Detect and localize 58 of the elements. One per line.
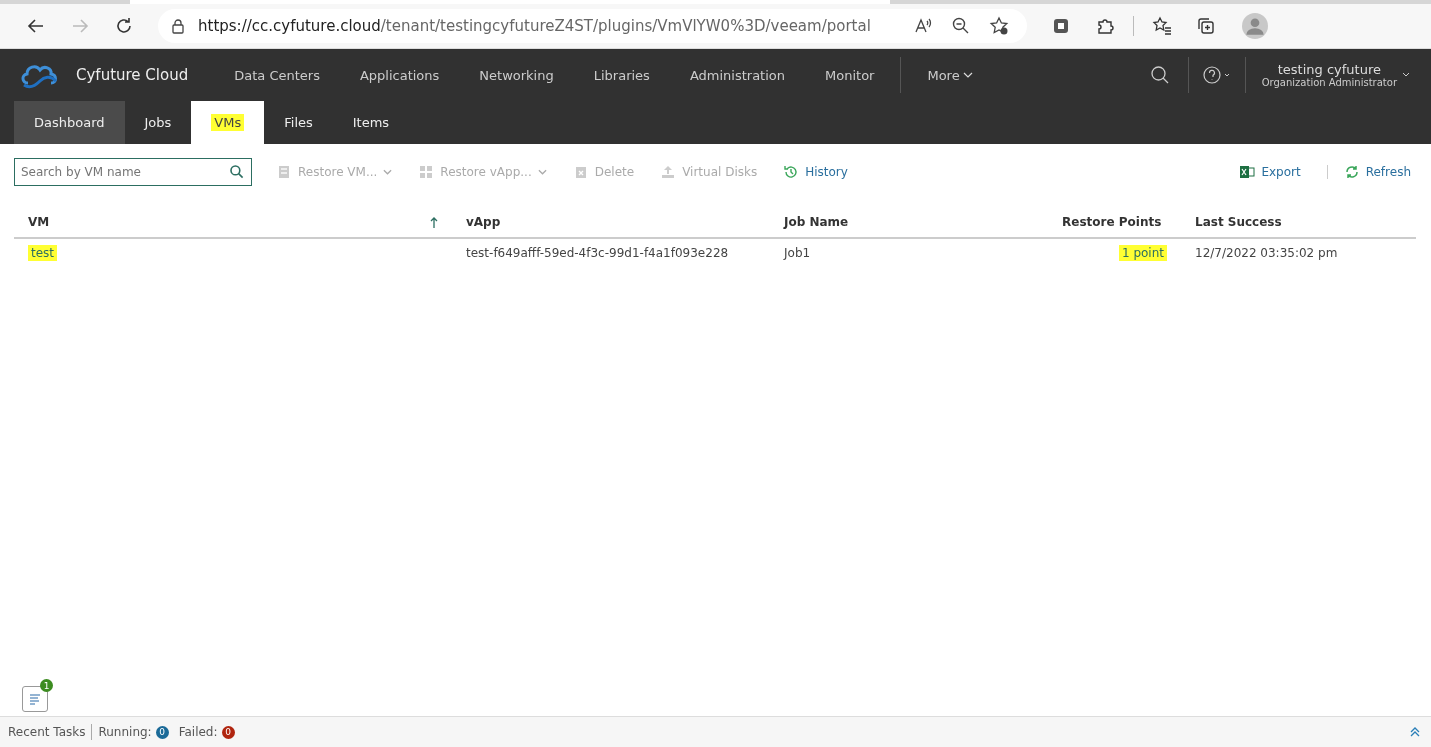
column-header[interactable]: VM xyxy=(28,215,50,229)
history-icon xyxy=(783,164,800,180)
column-header[interactable]: Restore Points xyxy=(1062,215,1162,229)
more-menu[interactable]: More xyxy=(927,67,973,83)
count-badge: 0 xyxy=(221,725,235,739)
tab[interactable]: VMs xyxy=(191,101,265,144)
refresh-icon xyxy=(1343,164,1360,180)
upload-icon xyxy=(660,164,677,180)
nav-link[interactable]: Monitor xyxy=(825,67,875,83)
favorite-add-icon[interactable] xyxy=(989,16,1009,36)
search-icon[interactable] xyxy=(229,164,245,180)
tab[interactable]: Files xyxy=(264,101,333,144)
help-icon[interactable] xyxy=(1202,65,1231,85)
nav-link[interactable]: Applications xyxy=(359,67,440,83)
tab[interactable]: Dashboard xyxy=(14,101,125,144)
running-label: Running: xyxy=(98,725,152,739)
toolbar-button[interactable]: Export xyxy=(1239,164,1301,180)
count-badge: 0 xyxy=(155,725,169,739)
chevron-down-icon xyxy=(962,72,973,78)
tab[interactable]: Jobs xyxy=(124,101,192,144)
puzzle-icon[interactable] xyxy=(1095,16,1115,36)
reload-icon[interactable] xyxy=(114,16,134,36)
server-icon xyxy=(276,164,292,180)
table-cell: test-f649afff-59ed-4f3c-99d1-f4a1f093e228 xyxy=(466,246,729,260)
spreadsheet-icon xyxy=(1239,164,1256,180)
lock-icon xyxy=(170,18,186,34)
list-icon xyxy=(28,692,42,706)
table-cell: Job1 xyxy=(784,246,811,260)
column-header[interactable]: Job Name xyxy=(784,215,849,229)
user-menu[interactable]: testing cyfuture Organization Administrator xyxy=(1261,62,1397,88)
tab[interactable]: Items xyxy=(332,101,410,144)
count-badge: 1 xyxy=(40,679,53,692)
expand-up-icon[interactable] xyxy=(1409,726,1421,738)
caret-icon[interactable] xyxy=(1401,72,1411,78)
grid-icon xyxy=(418,164,435,180)
nav-link[interactable]: Networking xyxy=(479,67,554,83)
collections-icon[interactable] xyxy=(1196,16,1216,36)
favorites-icon[interactable] xyxy=(1152,16,1172,36)
extension-icon[interactable] xyxy=(1051,16,1071,36)
nav-link[interactable]: Administration xyxy=(689,67,786,83)
url-text: https://cc.cyfuture.cloud/tenant/testingcyfutureZ4ST/plugins/VmVlYW0%3D/veeam/portal xyxy=(198,17,871,35)
restore-points-link[interactable]: 1 point xyxy=(1118,245,1167,261)
recent-tasks-label[interactable]: Recent Tasks xyxy=(8,725,86,739)
sort-ascending-icon[interactable] xyxy=(430,217,438,229)
vm-link[interactable]: test xyxy=(28,245,58,261)
profile-avatar[interactable] xyxy=(1242,13,1268,39)
address-bar[interactable]: https://cc.cyfuture.cloud/tenant/testingcyfutureZ4ST/plugins/VmVlYW0%3D/veeam/portal xyxy=(158,9,1027,43)
failed-label: Failed: xyxy=(178,725,218,739)
column-header[interactable]: vApp xyxy=(466,215,501,229)
nav-link[interactable]: Data Centers xyxy=(234,67,320,83)
column-header[interactable]: Last Success xyxy=(1195,215,1282,229)
brand-name: Cyfuture Cloud xyxy=(76,66,189,84)
toolbar-button[interactable]: History xyxy=(783,164,848,180)
search-field[interactable]: Search by VM name xyxy=(14,158,252,186)
nav-link[interactable]: Libraries xyxy=(593,67,650,83)
zoom-out-icon[interactable] xyxy=(951,16,971,36)
table-cell: 12/7/2022 03:35:02 pm xyxy=(1195,246,1338,260)
toolbar-button[interactable]: Refresh xyxy=(1343,164,1411,180)
